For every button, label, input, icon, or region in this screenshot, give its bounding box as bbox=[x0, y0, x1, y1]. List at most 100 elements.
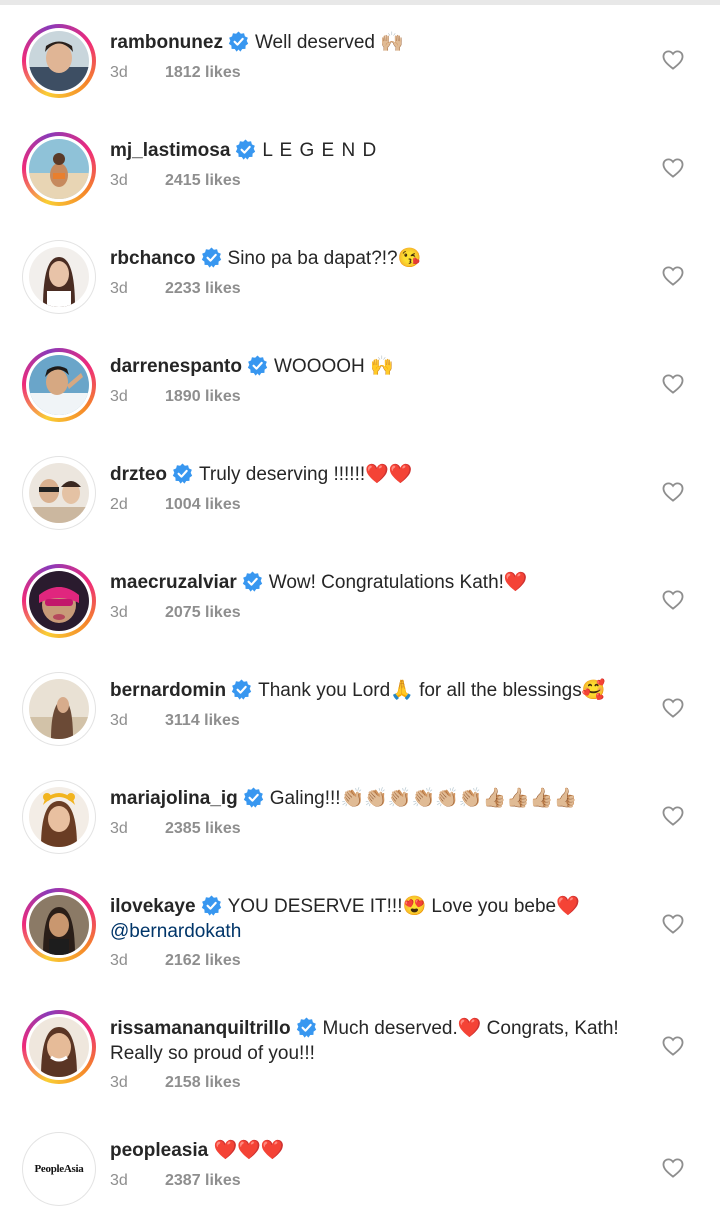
like-count[interactable]: 2233 likes bbox=[165, 280, 241, 297]
avatar-story-ring[interactable] bbox=[22, 1010, 96, 1084]
username[interactable]: bernardomin bbox=[110, 680, 226, 701]
like-count[interactable]: 2075 likes bbox=[165, 604, 241, 621]
mention-link[interactable]: @bernardokath bbox=[110, 921, 241, 942]
like-heart-icon[interactable] bbox=[662, 1036, 684, 1056]
like-heart-icon[interactable] bbox=[662, 914, 684, 934]
avatar-story-ring[interactable] bbox=[22, 564, 96, 638]
verified-badge-icon bbox=[172, 463, 193, 484]
peopleasia-logo: PeopleAsia bbox=[29, 1139, 89, 1199]
like-count[interactable]: 1004 likes bbox=[165, 496, 241, 513]
comment-item: rbchanco Sino pa ba dapat?!?😘 3d 2233 like… bbox=[0, 240, 720, 340]
username[interactable]: ilovekaye bbox=[110, 896, 196, 917]
like-heart-icon[interactable] bbox=[662, 698, 684, 718]
comment-time: 3d bbox=[110, 604, 128, 621]
like-heart-icon[interactable] bbox=[662, 590, 684, 610]
avatar-frame[interactable] bbox=[22, 240, 96, 314]
verified-badge-icon bbox=[228, 31, 249, 52]
username[interactable]: drzteo bbox=[110, 464, 167, 485]
avatar bbox=[29, 571, 89, 631]
avatar-frame[interactable] bbox=[22, 672, 96, 746]
like-count[interactable]: 1812 likes bbox=[165, 64, 241, 81]
comment-time: 3d bbox=[110, 712, 128, 729]
comment-item: mj_lastimosa L E G E N D 3d 2415 likes bbox=[0, 132, 720, 232]
comment-time: 3d bbox=[110, 388, 128, 405]
verified-badge-icon bbox=[235, 139, 256, 160]
comment-time: 3d bbox=[110, 172, 128, 189]
comment-time: 3d bbox=[110, 1074, 128, 1091]
like-count[interactable]: 2387 likes bbox=[165, 1172, 241, 1189]
verified-badge-icon bbox=[296, 1017, 317, 1038]
comment-item: maecruzalviar Wow! Congratulations Kath!❤… bbox=[0, 564, 720, 664]
like-count[interactable]: 1890 likes bbox=[165, 388, 241, 405]
comment-text: Sino pa ba dapat?!?😘 bbox=[227, 248, 422, 269]
avatar: PeopleAsia bbox=[29, 1139, 89, 1199]
username[interactable]: mj_lastimosa bbox=[110, 140, 230, 161]
like-heart-icon[interactable] bbox=[662, 266, 684, 286]
avatar-story-ring[interactable] bbox=[22, 132, 96, 206]
comment-item: darrenespanto WOOOOH 🙌 3d 1890 likes bbox=[0, 348, 720, 448]
avatar bbox=[29, 1017, 89, 1077]
avatar-frame[interactable] bbox=[22, 456, 96, 530]
comment-item: rissamananquiltrillo Much deserved.❤️ Con… bbox=[0, 1010, 720, 1122]
avatar-frame[interactable]: PeopleAsia bbox=[22, 1132, 96, 1206]
avatar-story-ring[interactable] bbox=[22, 888, 96, 962]
verified-badge-icon bbox=[247, 355, 268, 376]
avatar-frame[interactable] bbox=[22, 780, 96, 854]
verified-badge-icon bbox=[201, 247, 222, 268]
verified-badge-icon bbox=[243, 787, 264, 808]
comment-text: Wow! Congratulations Kath!❤️ bbox=[268, 572, 528, 593]
comment-item: PeopleAsia peopleasia ❤️❤️❤️ 3d 2387 like… bbox=[0, 1132, 720, 1222]
avatar bbox=[29, 463, 89, 523]
avatar bbox=[29, 355, 89, 415]
comment-time: 3d bbox=[110, 952, 128, 969]
username[interactable]: rbchanco bbox=[110, 248, 196, 269]
comment-time: 3d bbox=[110, 280, 128, 297]
username[interactable]: peopleasia bbox=[110, 1140, 208, 1161]
comment-text: Truly deserving !!!!!!❤️❤️ bbox=[199, 464, 413, 485]
comment-text: YOU DESERVE IT!!!😍 Love you bebe❤️ bbox=[227, 896, 580, 917]
avatar-story-ring[interactable] bbox=[22, 348, 96, 422]
like-heart-icon[interactable] bbox=[662, 482, 684, 502]
comment-item: bernardomin Thank you Lord🙏 for all the b… bbox=[0, 672, 720, 772]
avatar bbox=[29, 139, 89, 199]
avatar bbox=[29, 679, 89, 739]
comment-item: mariajolina_ig Galing!!!👏🏼👏🏼👏🏼👏🏼👏🏼👏🏼👍🏼👍🏼👍… bbox=[0, 780, 720, 880]
like-count[interactable]: 2415 likes bbox=[165, 172, 241, 189]
comment-text: WOOOOH 🙌 bbox=[273, 356, 394, 377]
avatar bbox=[29, 787, 89, 847]
username[interactable]: darrenespanto bbox=[110, 356, 242, 377]
like-count[interactable]: 2158 likes bbox=[165, 1074, 241, 1091]
avatar bbox=[29, 31, 89, 91]
comment-time: 3d bbox=[110, 64, 128, 81]
comment-time: 3d bbox=[110, 820, 128, 837]
verified-badge-icon bbox=[231, 679, 252, 700]
verified-badge-icon bbox=[242, 571, 263, 592]
like-count[interactable]: 2162 likes bbox=[165, 952, 241, 969]
comment-text: L E G E N D bbox=[262, 140, 378, 161]
like-count[interactable]: 2385 likes bbox=[165, 820, 241, 837]
comment-time: 2d bbox=[110, 496, 128, 513]
comment-item: ilovekaye YOU DESERVE IT!!!😍 Love you beb… bbox=[0, 888, 720, 1000]
comment-text: Thank you Lord🙏 for all the blessings🥰 bbox=[258, 680, 606, 701]
username[interactable]: rissamananquiltrillo bbox=[110, 1018, 291, 1039]
comment-text: ❤️❤️❤️ bbox=[213, 1140, 285, 1161]
username[interactable]: rambonunez bbox=[110, 32, 223, 53]
avatar-story-ring[interactable] bbox=[22, 24, 96, 98]
like-heart-icon[interactable] bbox=[662, 1158, 684, 1178]
like-heart-icon[interactable] bbox=[662, 806, 684, 826]
comment-text: Galing!!!👏🏼👏🏼👏🏼👏🏼👏🏼👏🏼👍🏼👍🏼👍🏼👍🏼 bbox=[269, 788, 578, 809]
like-heart-icon[interactable] bbox=[662, 50, 684, 70]
verified-badge-icon bbox=[201, 895, 222, 916]
comment-item: rambonunez Well deserved 🙌🏼 3d 1812 likes bbox=[0, 24, 720, 124]
comment-text: Well deserved 🙌🏼 bbox=[254, 32, 404, 53]
top-divider bbox=[0, 0, 720, 5]
like-count[interactable]: 3114 likes bbox=[165, 712, 240, 729]
comment-time: 3d bbox=[110, 1172, 128, 1189]
like-heart-icon[interactable] bbox=[662, 374, 684, 394]
username[interactable]: mariajolina_ig bbox=[110, 788, 238, 809]
avatar bbox=[29, 247, 89, 307]
comment-item: drzteo Truly deserving !!!!!!❤️❤️ 2d 1004 … bbox=[0, 456, 720, 556]
like-heart-icon[interactable] bbox=[662, 158, 684, 178]
avatar bbox=[29, 895, 89, 955]
username[interactable]: maecruzalviar bbox=[110, 572, 237, 593]
